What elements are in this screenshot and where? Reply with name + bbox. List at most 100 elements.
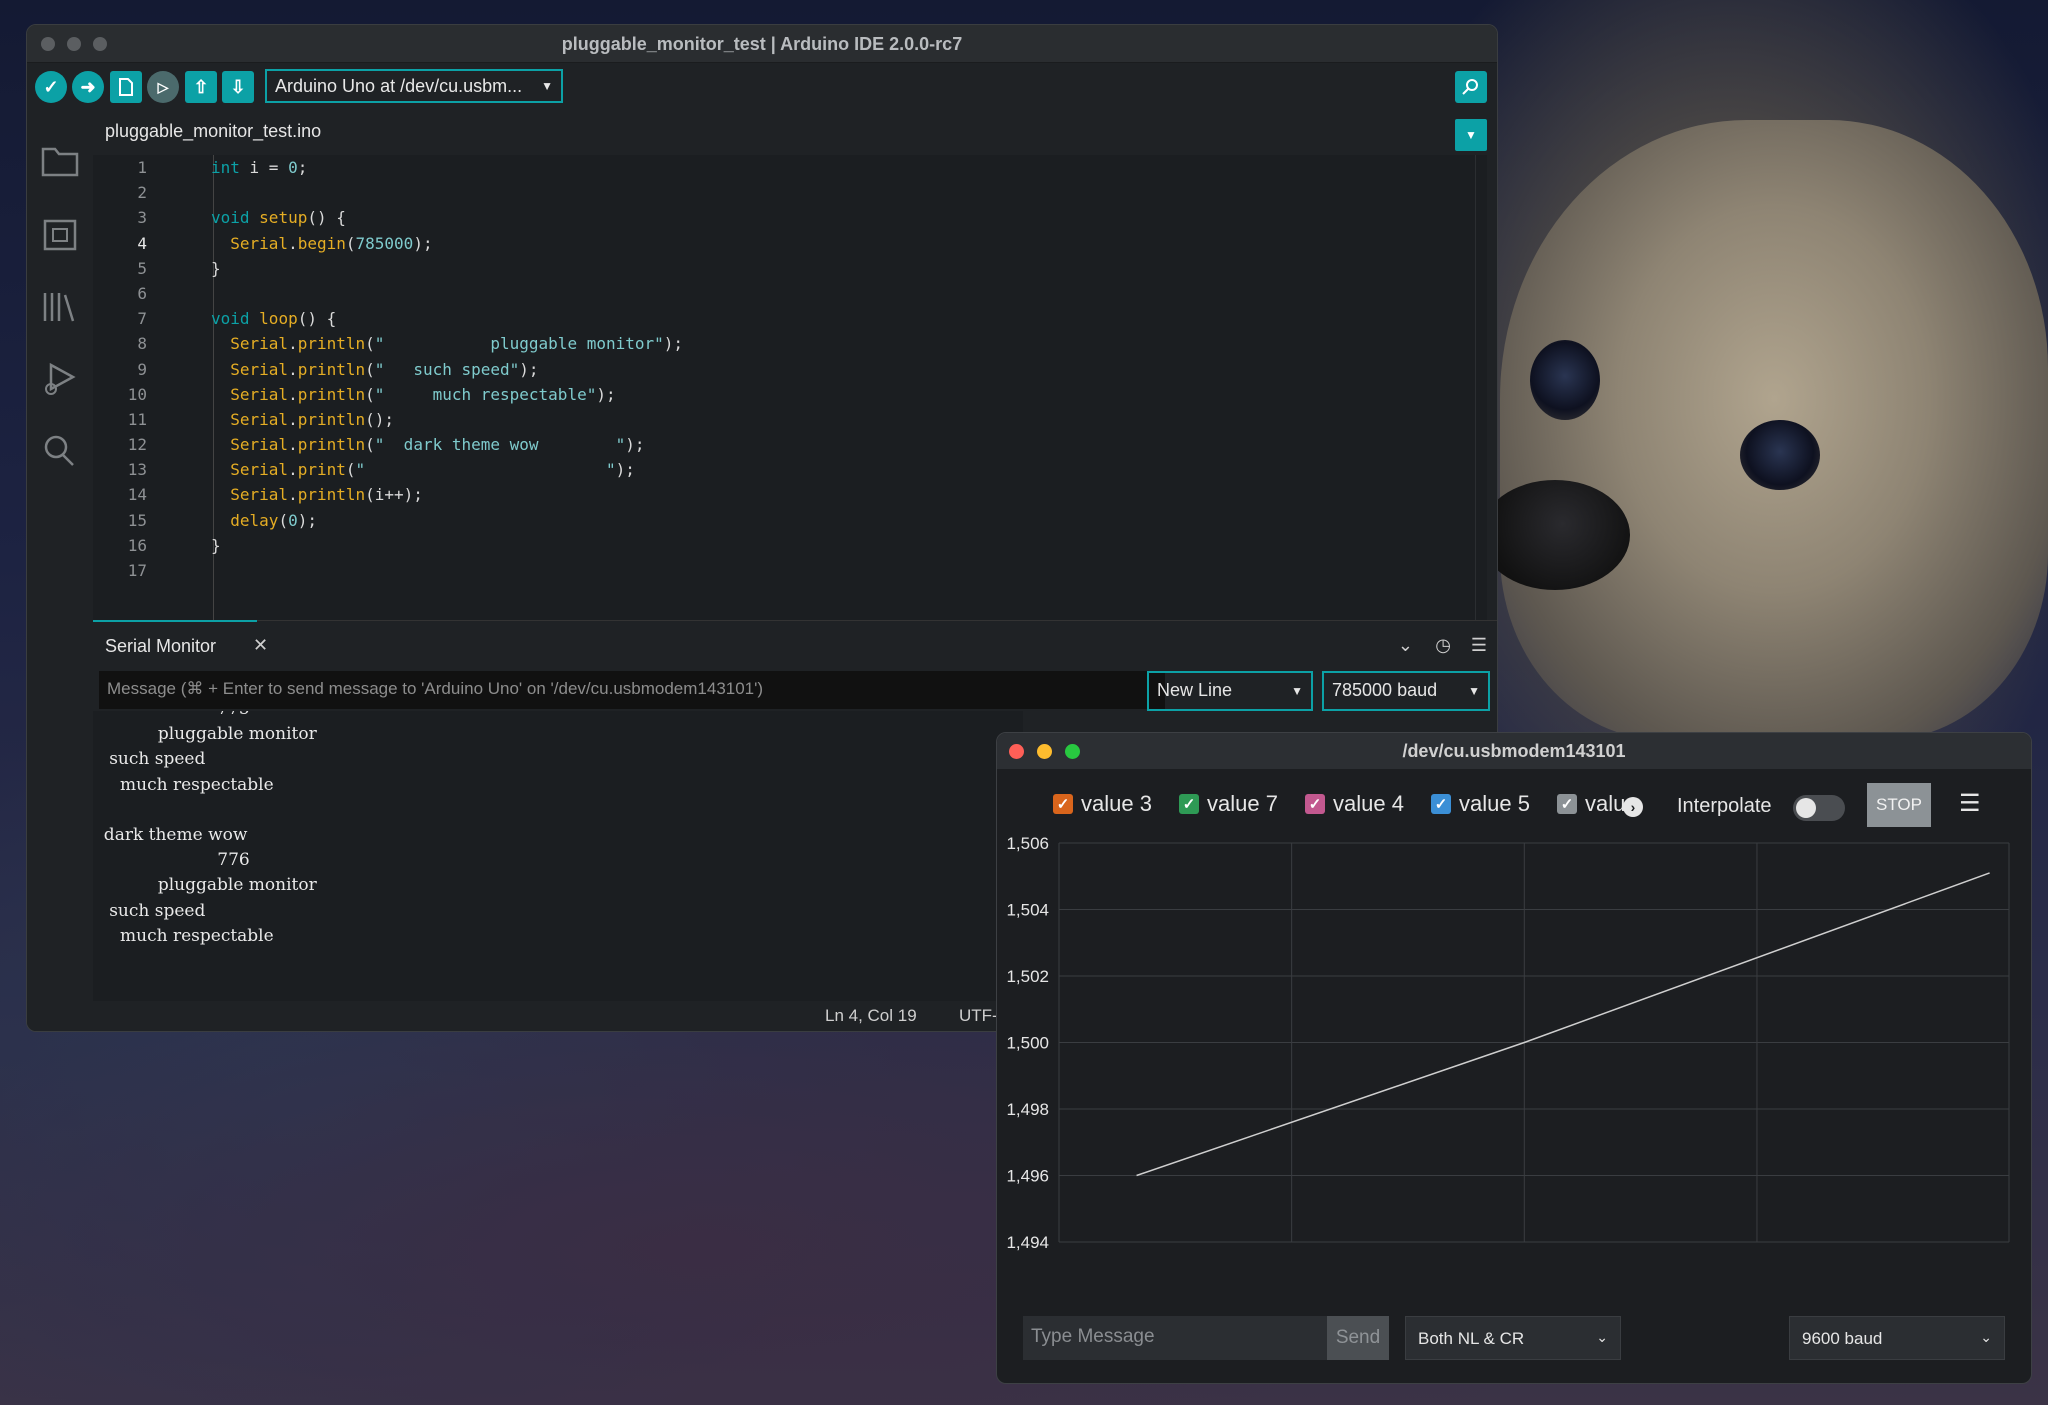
plotter-baud-select[interactable]: 9600 baud ⌄: [1789, 1316, 2005, 1360]
verify-button[interactable]: ✓: [35, 71, 67, 103]
window-title: pluggable_monitor_test | Arduino IDE 2.0…: [561, 34, 963, 54]
file-icon: [119, 78, 133, 96]
line-number: 14: [127, 485, 147, 505]
editor-tabbar: pluggable_monitor_test.ino ▼: [93, 109, 1487, 155]
download-icon: ⇩: [230, 76, 246, 97]
library-manager-button[interactable]: [41, 289, 79, 327]
baud-rate-value: 785000 baud: [1332, 680, 1438, 700]
code-line: Serial.println();: [230, 409, 395, 429]
chevron-down-icon: ▼: [1465, 128, 1477, 142]
close-icon[interactable]: ✕: [253, 635, 268, 656]
line-number: 6: [137, 283, 147, 303]
code-line: int i = 0;: [211, 158, 308, 177]
clear-output-icon[interactable]: ☰: [1471, 635, 1487, 656]
chevron-down-icon: ▼: [1468, 684, 1480, 698]
plotter-title: /dev/cu.usbmodem143101: [1402, 741, 1626, 761]
cursor-position: Ln 4, Col 19: [825, 1006, 917, 1025]
debug-panel-button[interactable]: [41, 361, 79, 399]
sketchbook-button[interactable]: [41, 145, 79, 183]
code-line: Serial.println(i++);: [230, 485, 423, 505]
baud-rate-select[interactable]: 785000 baud ▼: [1322, 671, 1490, 711]
serial-output-line: such speed: [93, 900, 206, 921]
chevron-down-icon: ▼: [1291, 684, 1303, 698]
checkbox-icon[interactable]: ✓: [1053, 794, 1073, 814]
debug-button[interactable]: ▷: [147, 71, 179, 103]
debug-icon: [45, 362, 76, 395]
checkbox-icon[interactable]: ✓: [1305, 794, 1325, 814]
code-line: Serial.println(" pluggable monitor");: [230, 334, 684, 354]
code-line: void loop() {: [211, 309, 337, 329]
search-button[interactable]: [41, 433, 79, 471]
chevron-right-icon[interactable]: ›: [1623, 797, 1643, 817]
board-selector[interactable]: Arduino Uno at /dev/cu.usbm... ▼: [265, 69, 563, 103]
line-number-gutter: 1 2 3 4 5 6 7 8 9 10 11 12 13 14 15 16 17: [93, 155, 181, 620]
serial-output-line: dark theme wow: [93, 824, 248, 845]
code-editor[interactable]: 1 2 3 4 5 6 7 8 9 10 11 12 13 14 15 16 17 int i = 0; voi…: [93, 155, 1487, 620]
doge-eye: [1740, 420, 1820, 490]
send-button[interactable]: Send: [1327, 1316, 1389, 1360]
baud-rate-value: 9600 baud: [1802, 1329, 1883, 1348]
boards-manager-button[interactable]: [41, 217, 79, 255]
save-button[interactable]: ⇩: [222, 71, 254, 103]
legend-label: value 3: [1081, 791, 1152, 816]
debug-icon: ▷: [157, 78, 169, 95]
upload-button[interactable]: ➜: [72, 71, 104, 103]
interpolate-toggle[interactable]: [1793, 795, 1845, 821]
code-lines: int i = 0; void setup() { Serial.begin(7…: [211, 155, 1487, 620]
chevron-down-icon: ⌄: [1596, 1329, 1608, 1345]
serial-monitor-header: Serial Monitor ✕ ⌄ ◷ ☰: [93, 620, 1497, 670]
line-number: 1: [137, 158, 147, 177]
line-number: 4: [137, 233, 147, 253]
code-line: Serial.println(" such speed");: [230, 359, 539, 379]
checkbox-icon[interactable]: ✓: [1431, 794, 1451, 814]
legend-label: value 4: [1333, 791, 1404, 816]
clear-icon[interactable]: ☰: [1959, 789, 1981, 818]
clock-icon[interactable]: ◷: [1435, 635, 1451, 656]
legend-item[interactable]: ✓ valu: [1557, 791, 1625, 817]
line-number: 5: [137, 258, 147, 278]
line-number: 13: [127, 460, 147, 480]
open-button[interactable]: ⇧: [185, 71, 217, 103]
y-tick-label: 1,496: [1006, 1167, 1049, 1186]
editor-scrollbar[interactable]: [1475, 155, 1487, 620]
line-number: 17: [127, 561, 147, 580]
tab-menu-button[interactable]: ▼: [1455, 119, 1487, 151]
serial-monitor-tab[interactable]: Serial Monitor: [105, 636, 216, 657]
plotter-line-ending-select[interactable]: Both NL & CR ⌄: [1405, 1316, 1621, 1360]
y-tick-label: 1,502: [1006, 967, 1049, 986]
stop-button[interactable]: STOP: [1867, 783, 1931, 827]
checkbox-icon[interactable]: ✓: [1557, 794, 1577, 814]
legend-item[interactable]: ✓ value 3: [1053, 791, 1152, 817]
plotter-message-input[interactable]: Type Message: [1023, 1316, 1327, 1360]
code-line: Serial.println(" dark theme wow ");: [230, 435, 645, 455]
code-line: }: [211, 258, 221, 278]
upload-icon: ⇧: [193, 76, 209, 97]
line-number: 2: [137, 183, 147, 203]
legend-item[interactable]: ✓ value 5: [1431, 791, 1530, 817]
y-tick-label: 1,498: [1006, 1100, 1049, 1119]
serial-message-input[interactable]: Message (⌘ + Enter to send message to 'A…: [99, 671, 1165, 709]
serial-output[interactable]: 775 pluggable monitor such speed much re…: [93, 711, 1023, 1005]
checkbox-icon[interactable]: ✓: [1179, 794, 1199, 814]
file-tab[interactable]: pluggable_monitor_test.ino: [93, 109, 334, 155]
code-line: }: [211, 535, 221, 555]
legend-item[interactable]: ✓ value 7: [1179, 791, 1278, 817]
serial-plotter-window: /dev/cu.usbmodem143101 ✓ value 3 ✓ value…: [996, 732, 2032, 1384]
doge-background-image: [1480, 120, 2048, 740]
new-sketch-button[interactable]: [110, 71, 142, 103]
serial-monitor-button[interactable]: [1455, 71, 1487, 103]
interpolate-label: Interpolate: [1677, 795, 1772, 817]
y-tick-label: 1,494: [1006, 1233, 1049, 1252]
line-ending-select[interactable]: New Line ▼: [1147, 671, 1313, 711]
legend-item[interactable]: ✓ value 4: [1305, 791, 1404, 817]
chevron-down-icon: ⌄: [1980, 1329, 1992, 1345]
serial-output-line: much respectable: [93, 925, 274, 946]
line-number: 12: [127, 435, 147, 455]
line-number: 7: [137, 309, 147, 329]
autoscroll-icon[interactable]: ⌄: [1398, 635, 1413, 656]
serial-output-line: pluggable monitor: [93, 875, 317, 896]
y-tick-label: 1,506: [1006, 834, 1049, 853]
legend-label: value 7: [1207, 791, 1278, 816]
code-line: void setup() {: [211, 208, 346, 228]
